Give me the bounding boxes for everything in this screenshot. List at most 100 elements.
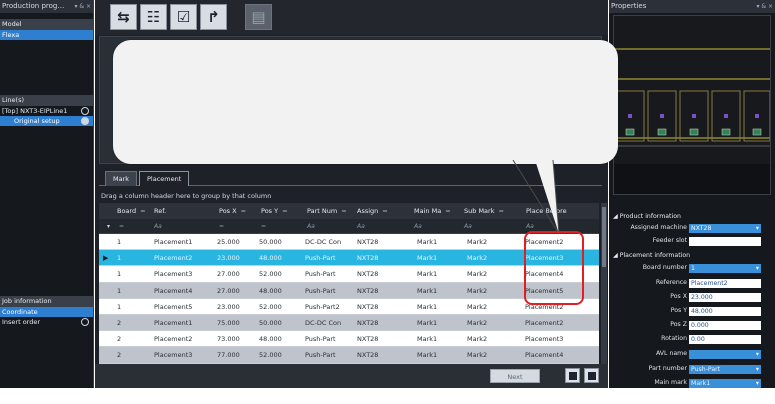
filter-cell[interactable]: Aa [464,219,472,234]
cell-board[interactable]: 2 [117,331,121,346]
swap-arrows-icon[interactable]: ⇆ [110,4,137,30]
cell-pos-x[interactable]: 75.000 [217,315,240,330]
arrow-return-icon[interactable]: ↱ [200,4,227,30]
cell-place-before[interactable]: Placement2 [525,315,563,330]
cell-assign[interactable]: NXT28 [357,266,378,281]
cell-ref[interactable]: Placement4 [154,283,192,298]
cell-sub-mark[interactable]: Mark2 [467,347,487,362]
cell-sub-mark[interactable]: Mark2 [467,234,487,249]
cell-sub-mark[interactable]: Mark2 [467,283,487,298]
cell-ref[interactable]: Placement3 [154,266,192,281]
board-number-select[interactable]: 1 [689,264,761,273]
cell-pos-x[interactable]: 23.000 [217,250,240,265]
cell-main-mark[interactable]: Mark1 [417,315,437,330]
cell-board[interactable]: 2 [117,315,121,330]
cell-sub-mark[interactable]: Mark2 [467,315,487,330]
cell-pos-y[interactable]: 52.000 [259,299,282,314]
cell-board[interactable]: 1 [117,283,121,298]
next-button[interactable]: Next [490,369,540,383]
tab-placement[interactable]: Placement [139,171,190,186]
line-item-top[interactable]: [Top] NXT3-EIPLine1 [0,106,93,116]
col-header-pos-y[interactable]: Pos Y = [261,203,288,219]
cell-part-number[interactable]: Push-Part [305,347,336,362]
cell-assign[interactable]: NXT28 [357,315,378,330]
cell-part-number[interactable]: Push-Part [305,283,336,298]
cell-ref[interactable]: Placement1 [154,234,192,249]
cell-part-number[interactable]: Push-Part2 [305,299,340,314]
panel-controls[interactable]: ▾ & × [756,0,773,13]
main-mark-select[interactable]: Mark1 [689,379,761,388]
part-number-select[interactable]: Push-Part [689,365,761,374]
cell-pos-y[interactable]: 48.000 [259,283,282,298]
panel-controls[interactable]: ▾ & × [74,0,91,13]
cell-main-mark[interactable]: Mark1 [417,250,437,265]
cell-main-mark[interactable]: Mark1 [417,234,437,249]
cell-pos-x[interactable]: 23.000 [217,299,240,314]
grid-icon[interactable]: ☷ [140,4,167,30]
cell-part-number[interactable]: Push-Part [305,266,336,281]
cell-part-number[interactable]: DC-DC Con [305,315,341,330]
cell-ref[interactable]: Placement3 [154,347,192,362]
vertical-scrollbar[interactable] [601,203,607,373]
cell-place-before[interactable]: Placement4 [525,347,563,362]
tab-mark[interactable]: Mark [105,171,138,186]
filter-cell[interactable]: Aa [154,219,162,234]
feeder-slot-field[interactable] [689,237,761,246]
pos-x-field[interactable]: 23.000 [689,293,761,302]
cell-pos-y[interactable]: 50.000 [259,315,282,330]
assigned-machine-select[interactable]: NXT28 [689,224,761,233]
job-item-coordinate[interactable]: Coordinate [0,307,93,317]
cell-board[interactable]: 1 [117,299,121,314]
check-icon[interactable]: ☑ [170,4,197,30]
cell-main-mark[interactable]: Mark1 [417,299,437,314]
filter-cell[interactable]: = [119,219,124,234]
filter-cell[interactable]: Aa [307,219,315,234]
cell-pos-x[interactable]: 27.000 [217,266,240,281]
line-setup-item[interactable]: Original setup [0,116,93,126]
avl-name-select[interactable] [689,350,761,359]
cell-part-number[interactable]: Push-Part [305,331,336,346]
col-header-ref[interactable]: Ref. [154,203,166,219]
cell-board[interactable]: 1 [117,266,121,281]
cell-assign[interactable]: NXT28 [357,250,378,265]
cell-board[interactable]: 1 [117,250,121,265]
cell-pos-x[interactable]: 77.000 [217,347,240,362]
filter-icon[interactable]: ▾ [107,219,110,234]
radio-icon[interactable] [81,318,89,326]
filter-cell[interactable]: = [261,219,266,234]
pos-y-field[interactable]: 48.000 [689,307,761,316]
table-row[interactable]: 2 Placement1 75.000 50.000 DC-DC Con NXT28 Mar… [99,314,599,332]
cell-board[interactable]: 2 [117,347,121,362]
cell-assign[interactable]: NXT28 [357,331,378,346]
cell-ref[interactable]: Placement2 [154,331,192,346]
cell-part-number[interactable]: Push-Part [305,250,336,265]
job-item-insert-order[interactable]: Insert order [0,317,93,327]
col-header-board[interactable]: Board = [117,203,146,219]
cell-place-before[interactable]: Placement3 [525,331,563,346]
cell-sub-mark[interactable]: Mark2 [467,331,487,346]
cell-pos-y[interactable]: 52.000 [259,266,282,281]
cell-sub-mark[interactable]: Mark2 [467,250,487,265]
table-row[interactable]: 1 Placement5 23.000 52.000 Push-Part2 NXT28 Ma… [99,298,599,315]
filter-cell[interactable]: Aa [414,219,422,234]
cell-pos-x[interactable]: 73.000 [217,331,240,346]
reference-field[interactable]: Placement2 [689,279,761,288]
cell-assign[interactable]: NXT28 [357,299,378,314]
table-row[interactable]: 2 Placement3 77.000 52.000 Push-Part NXT28 Mar… [99,347,599,364]
model-item-flexa[interactable]: Flexa [0,30,93,40]
save-as-icon[interactable] [584,368,599,383]
cell-main-mark[interactable]: Mark1 [417,283,437,298]
cell-pos-x[interactable]: 25.000 [217,234,240,249]
cell-assign[interactable]: NXT28 [357,234,378,249]
expand-icon[interactable] [81,117,89,125]
col-header-pos-x[interactable]: Pos X = [219,203,246,219]
cell-pos-y[interactable]: 48.000 [259,250,282,265]
cell-pos-y[interactable]: 48.000 [259,331,282,346]
cell-board[interactable]: 1 [117,234,121,249]
rotation-field[interactable]: 0.00 [689,335,761,344]
save-icon[interactable] [565,368,580,383]
cell-ref[interactable]: Placement1 [154,315,192,330]
cell-ref[interactable]: Placement5 [154,299,192,314]
table-row[interactable]: 2 Placement2 73.000 48.000 Push-Part NXT28 Mar… [99,331,599,348]
cell-pos-x[interactable]: 27.000 [217,283,240,298]
